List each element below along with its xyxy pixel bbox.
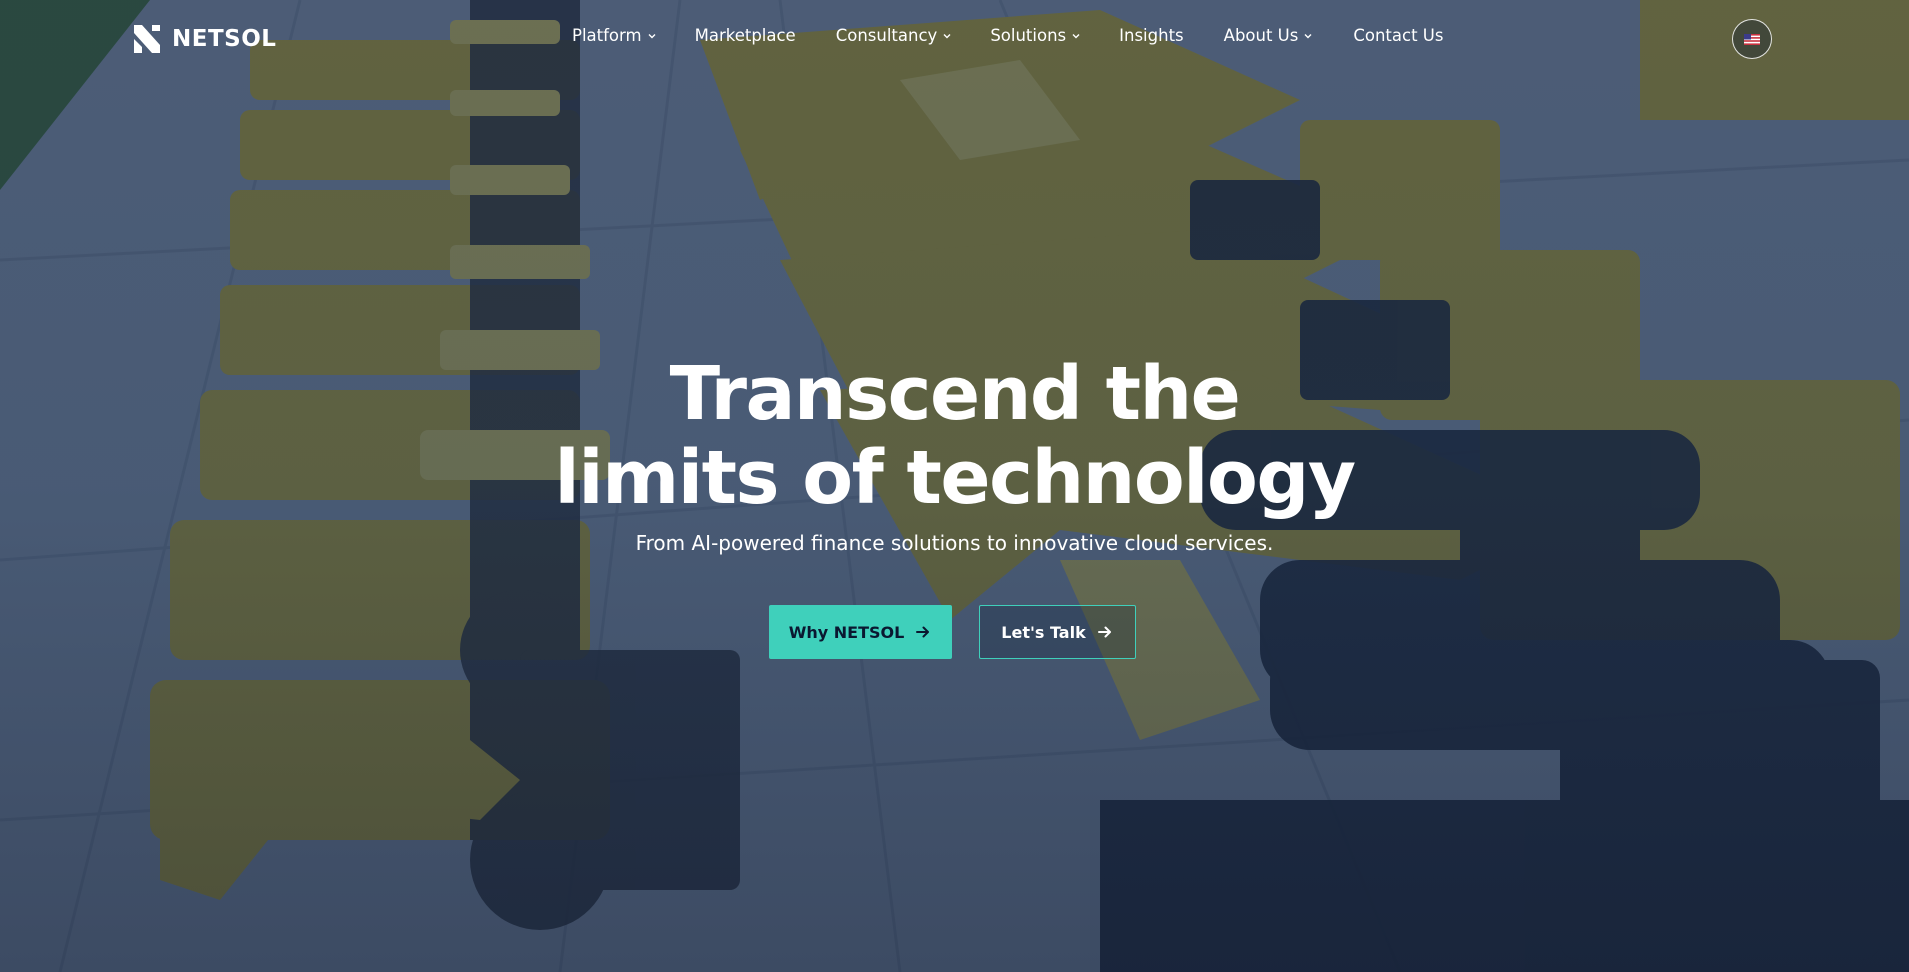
headline-line-2: limits of technology — [554, 435, 1356, 521]
arrow-right-icon — [1097, 626, 1111, 638]
nav-item-solutions[interactable]: Solutions — [990, 26, 1081, 45]
why-netsol-button[interactable]: Why NETSOL — [769, 605, 952, 659]
lets-talk-button[interactable]: Let's Talk — [979, 605, 1136, 659]
site-header: NETSOL Platform Marketplace Consultancy … — [0, 0, 1909, 78]
nav-item-about-us[interactable]: About Us — [1224, 26, 1314, 45]
hero-subheadline: From AI-powered finance solutions to inn… — [635, 531, 1274, 555]
headline-line-1: Transcend the — [669, 351, 1241, 437]
nav-item-label: Marketplace — [694, 26, 796, 45]
nav-item-label: Platform — [572, 26, 642, 45]
main-nav: Platform Marketplace Consultancy Solutio… — [572, 26, 1443, 45]
nav-item-insights[interactable]: Insights — [1119, 26, 1184, 45]
arrow-right-icon — [916, 626, 930, 638]
nav-item-label: Contact Us — [1353, 26, 1444, 45]
nav-item-platform[interactable]: Platform — [572, 26, 657, 45]
nav-item-label: About Us — [1223, 26, 1299, 45]
lets-talk-label: Let's Talk — [1001, 622, 1086, 642]
nav-item-contact-us[interactable]: Contact Us — [1353, 26, 1443, 45]
netsol-logo-icon — [134, 25, 160, 53]
nav-item-label: Consultancy — [835, 26, 938, 45]
chevron-down-icon — [1072, 33, 1080, 38]
chevron-down-icon — [648, 33, 656, 38]
why-netsol-label: Why NETSOL — [788, 622, 905, 642]
us-flag-icon — [1744, 33, 1760, 45]
hero-headline: Transcend the limits of technology — [0, 352, 1909, 520]
nav-item-consultancy[interactable]: Consultancy — [836, 26, 953, 45]
nav-item-label: Solutions — [990, 26, 1067, 45]
nav-item-label: Insights — [1119, 26, 1184, 45]
brand-name: NETSOL — [172, 26, 277, 52]
chevron-down-icon — [1304, 33, 1312, 38]
netsol-logo[interactable]: NETSOL — [132, 22, 276, 56]
nav-item-marketplace[interactable]: Marketplace — [695, 26, 796, 45]
language-selector-button[interactable] — [1732, 19, 1772, 59]
chevron-down-icon — [943, 33, 951, 38]
